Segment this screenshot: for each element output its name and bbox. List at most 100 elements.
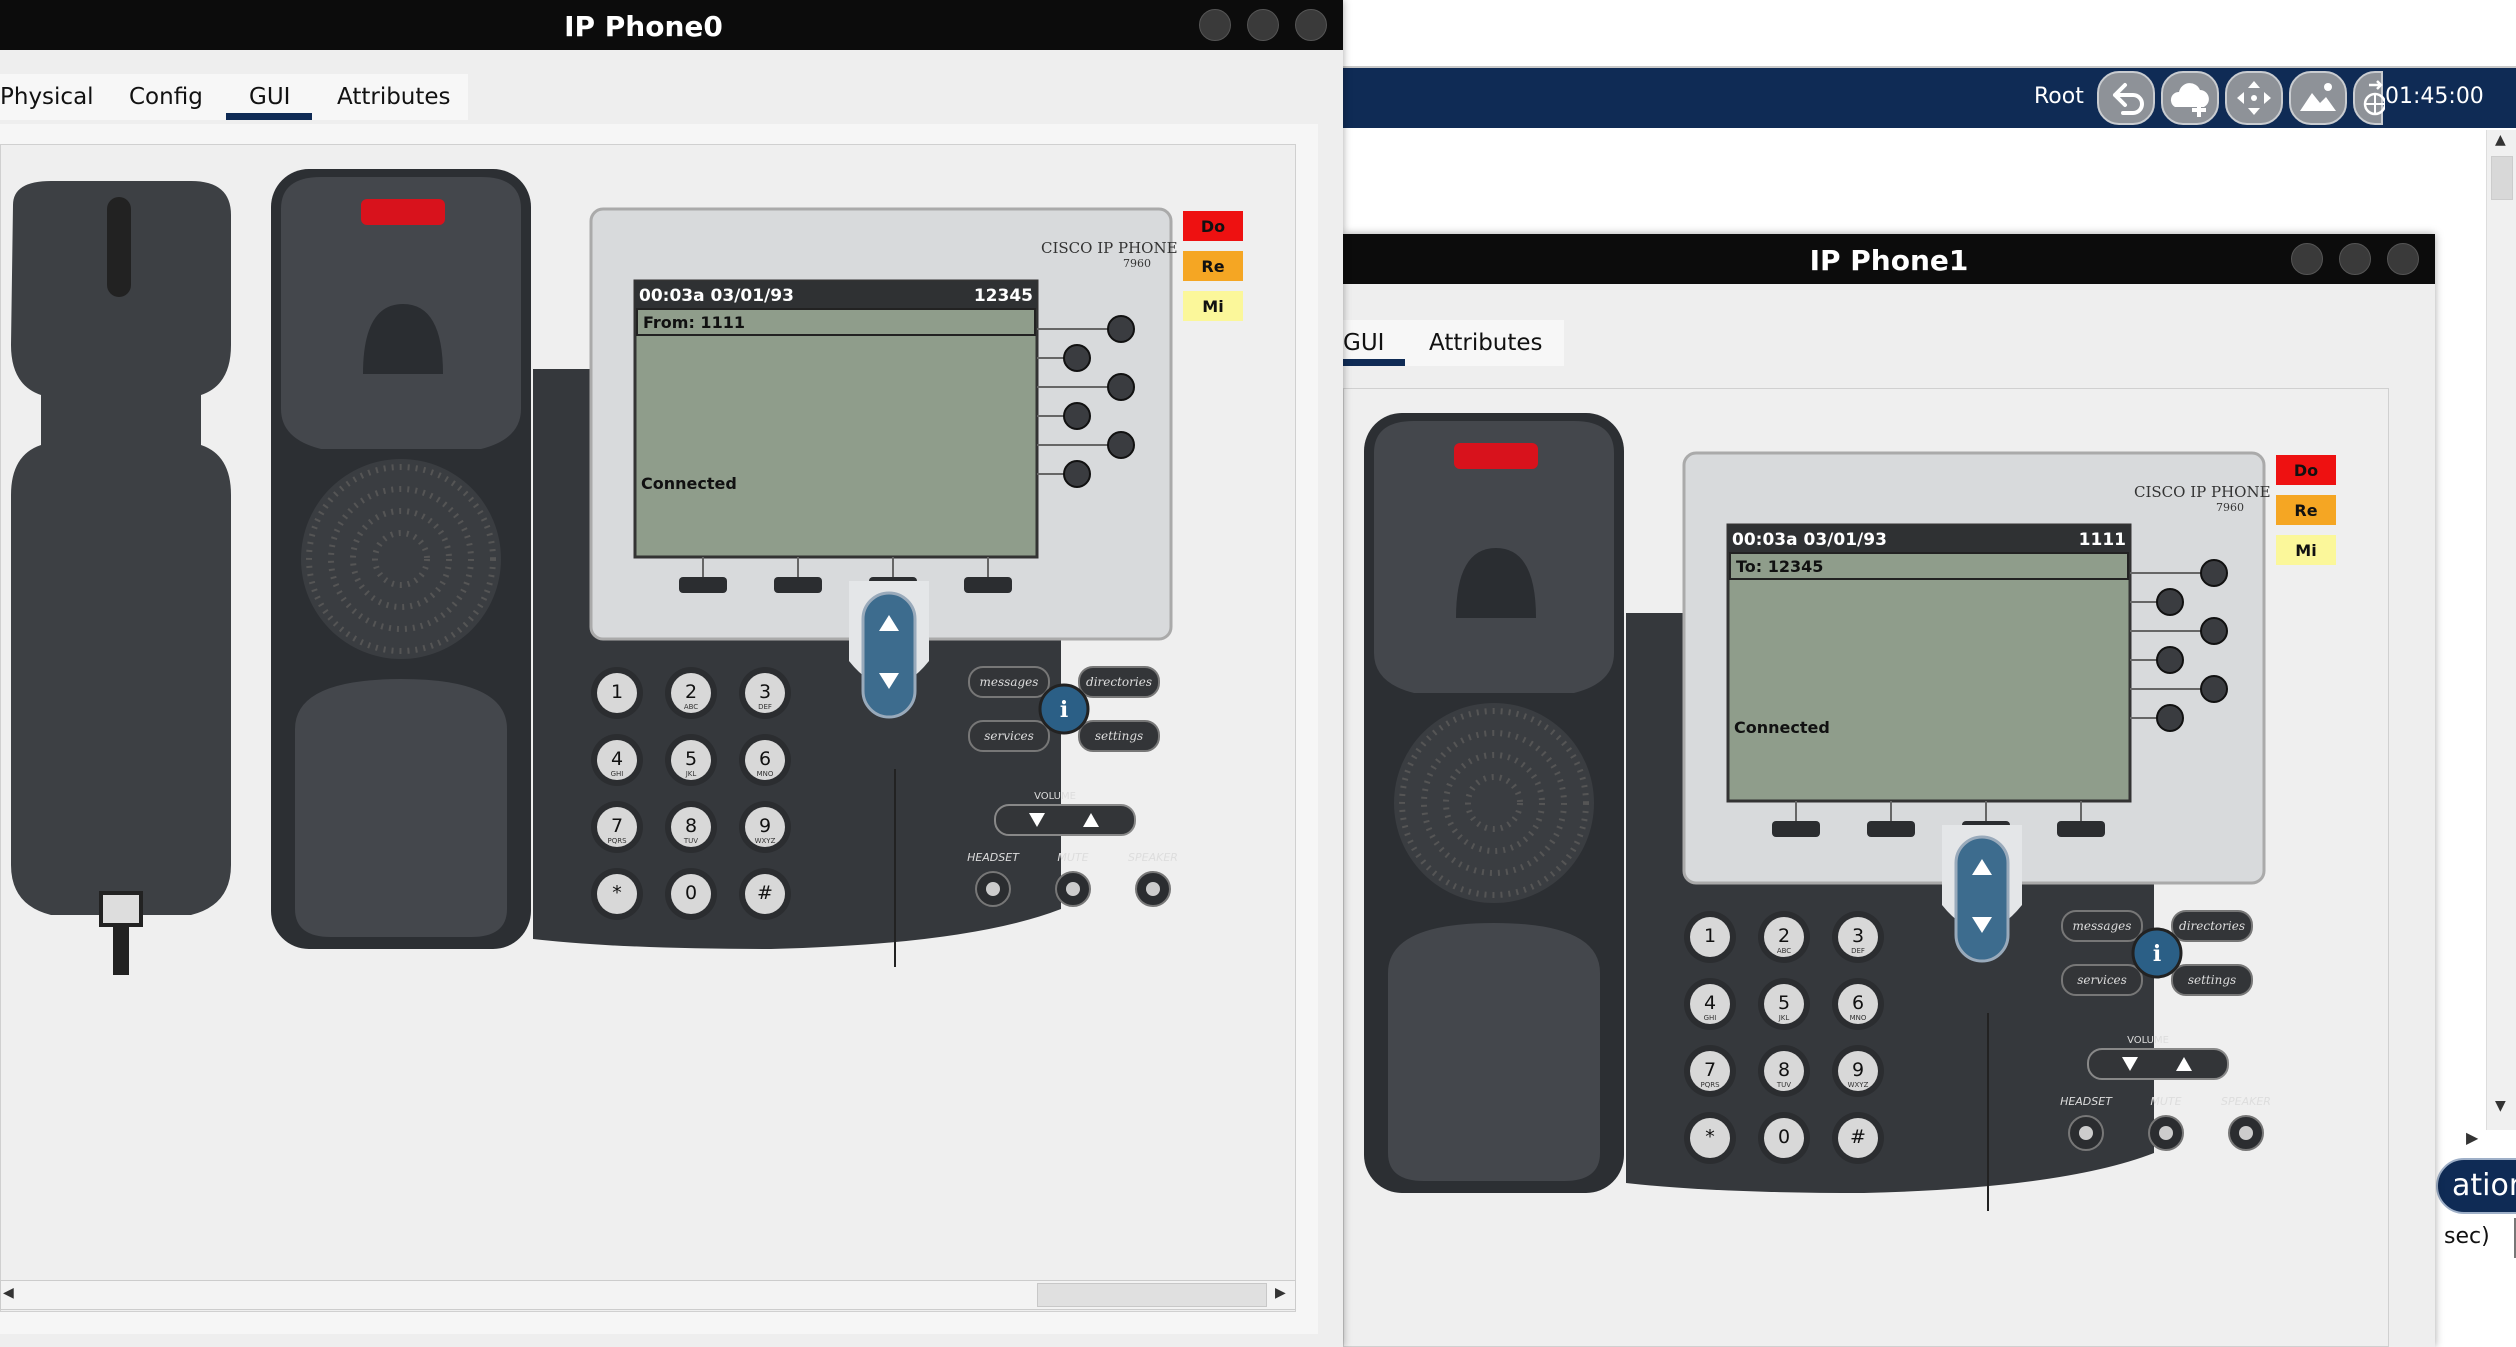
softkey-button[interactable] xyxy=(774,577,822,593)
svg-text:WXYZ: WXYZ xyxy=(755,837,776,845)
lcd-datetime: 00:03a 03/01/93 xyxy=(639,286,794,306)
line-button[interactable] xyxy=(1063,344,1091,372)
keypad-key[interactable]: 5 JKL xyxy=(1758,978,1810,1030)
line-button[interactable] xyxy=(1107,373,1135,401)
svg-text:*: * xyxy=(612,882,622,904)
line-button[interactable] xyxy=(2200,559,2228,587)
keypad-key[interactable]: 8 TUV xyxy=(665,801,717,853)
ip-phone-device: CISCO IP PHONE 7960 00:03a 03/01/93 1234… xyxy=(1,145,1297,985)
simulation-button[interactable]: ation xyxy=(2436,1158,2516,1214)
svg-text:PQRS: PQRS xyxy=(1700,1081,1720,1089)
svg-text:8: 8 xyxy=(1778,1059,1790,1081)
volume-rocker[interactable] xyxy=(994,804,1136,836)
svg-text:5: 5 xyxy=(1778,992,1790,1014)
keypad-key[interactable]: 9 WXYZ xyxy=(1832,1045,1884,1097)
line-label-text: Re xyxy=(2294,501,2317,520)
line-button[interactable] xyxy=(2156,646,2184,674)
minimize-button[interactable] xyxy=(1199,9,1231,41)
navigation-rocker[interactable] xyxy=(1954,835,2010,963)
tab-attributes[interactable]: Attributes xyxy=(1429,320,1543,366)
softkey-button[interactable] xyxy=(2057,821,2105,837)
keypad-key[interactable]: 6 MNO xyxy=(739,734,791,786)
line-button[interactable] xyxy=(1107,431,1135,459)
keypad-key[interactable]: 2 ABC xyxy=(665,667,717,719)
keypad-key[interactable]: # xyxy=(739,868,791,920)
scroll-up-icon[interactable]: ▲ xyxy=(2495,132,2506,148)
keypad-key[interactable]: 8 TUV xyxy=(1758,1045,1810,1097)
keypad-key[interactable]: 0 xyxy=(1758,1112,1810,1164)
message-waiting-light xyxy=(1454,443,1538,469)
svg-text:3: 3 xyxy=(759,681,771,703)
softkey-button[interactable] xyxy=(1867,821,1915,837)
line-button[interactable] xyxy=(2156,704,2184,732)
keypad-key[interactable]: * xyxy=(591,868,643,920)
keypad-key[interactable]: 4 GHI xyxy=(1684,978,1736,1030)
volume-rocker[interactable] xyxy=(2087,1048,2229,1080)
ip-phone-device: CISCO IP PHONE 7960 00:03a 03/01/93 1111… xyxy=(1364,413,2364,1213)
keypad-key[interactable]: 7 PQRS xyxy=(591,801,643,853)
undo-icon[interactable] xyxy=(2097,71,2155,125)
keypad-key[interactable]: 3 DEF xyxy=(1832,911,1884,963)
scenery-icon[interactable] xyxy=(2289,71,2347,125)
keypad-key[interactable]: # xyxy=(1832,1112,1884,1164)
network-time-icon[interactable] xyxy=(2353,71,2387,125)
lcd-extension: 1111 xyxy=(2079,530,2126,550)
close-button[interactable] xyxy=(1295,9,1327,41)
keypad-key[interactable]: 9 WXYZ xyxy=(739,801,791,853)
keypad-key[interactable]: 4 GHI xyxy=(591,734,643,786)
handset-lifted[interactable] xyxy=(11,181,231,975)
scroll-left-icon[interactable]: ◀ xyxy=(3,1285,14,1301)
keypad-key[interactable]: 7 PQRS xyxy=(1684,1045,1736,1097)
svg-text:SPEAKER: SPEAKER xyxy=(2221,1095,2271,1108)
title-bar[interactable]: IP Phone0 xyxy=(0,0,1343,50)
navigation-rocker[interactable] xyxy=(861,591,917,719)
softkey-button[interactable] xyxy=(1772,821,1820,837)
keypad-key[interactable]: 2 ABC xyxy=(1758,911,1810,963)
svg-text:WXYZ: WXYZ xyxy=(1848,1081,1869,1089)
horizontal-scrollbar[interactable]: ◀ ▶ xyxy=(0,1280,1296,1310)
svg-text:9: 9 xyxy=(1852,1059,1864,1081)
keypad-key[interactable]: 1 xyxy=(591,667,643,719)
line-button[interactable] xyxy=(1063,460,1091,488)
svg-text:3: 3 xyxy=(1852,925,1864,947)
cloud-add-icon[interactable] xyxy=(2161,71,2219,125)
keypad-key[interactable]: 3 DEF xyxy=(739,667,791,719)
scrollbar-thumb[interactable] xyxy=(1037,1283,1267,1307)
headset-icon xyxy=(986,882,1000,896)
close-button[interactable] xyxy=(2387,243,2419,275)
root-label[interactable]: Root xyxy=(2034,84,2084,109)
svg-text:*: * xyxy=(1705,1126,1715,1148)
tab-physical[interactable]: Physical xyxy=(0,74,94,120)
scroll-down-icon[interactable]: ▼ xyxy=(2495,1098,2506,1114)
tab-config[interactable]: Config xyxy=(129,74,203,120)
keypad-key[interactable]: 1 xyxy=(1684,911,1736,963)
line-button[interactable] xyxy=(2200,675,2228,703)
keypad-key[interactable]: 6 MNO xyxy=(1832,978,1884,1030)
scroll-right-icon[interactable]: ▶ xyxy=(2466,1128,2478,1147)
svg-text:1: 1 xyxy=(611,681,623,703)
main-vertical-scrollbar[interactable]: ▲ ▼ xyxy=(2486,130,2516,1130)
tab-attributes[interactable]: Attributes xyxy=(337,74,451,120)
title-bar[interactable]: IP Phone1 xyxy=(1343,234,2435,284)
lcd-extension: 12345 xyxy=(974,286,1033,306)
keypad-key[interactable]: * xyxy=(1684,1112,1736,1164)
line-button[interactable] xyxy=(1063,402,1091,430)
keypad-key[interactable]: 5 JKL xyxy=(665,734,717,786)
scrollbar-thumb[interactable] xyxy=(2491,156,2513,200)
keypad-key[interactable]: 0 xyxy=(665,868,717,920)
line-button[interactable] xyxy=(1107,315,1135,343)
maximize-button[interactable] xyxy=(1247,9,1279,41)
message-waiting-light xyxy=(361,199,445,225)
ip-phone0-window: IP Phone0 Physical Config GUI Attributes… xyxy=(0,0,1343,1347)
maximize-button[interactable] xyxy=(2339,243,2371,275)
softkey-button[interactable] xyxy=(964,577,1012,593)
minimize-button[interactable] xyxy=(2291,243,2323,275)
scroll-right-icon[interactable]: ▶ xyxy=(1275,1285,1286,1301)
svg-text:GHI: GHI xyxy=(611,770,624,778)
svg-text:VOLUME: VOLUME xyxy=(2127,1035,2169,1046)
softkey-button[interactable] xyxy=(679,577,727,593)
line-button[interactable] xyxy=(2156,588,2184,616)
move-icon[interactable] xyxy=(2225,71,2283,125)
lcd-datetime: 00:03a 03/01/93 xyxy=(1732,530,1887,550)
line-button[interactable] xyxy=(2200,617,2228,645)
